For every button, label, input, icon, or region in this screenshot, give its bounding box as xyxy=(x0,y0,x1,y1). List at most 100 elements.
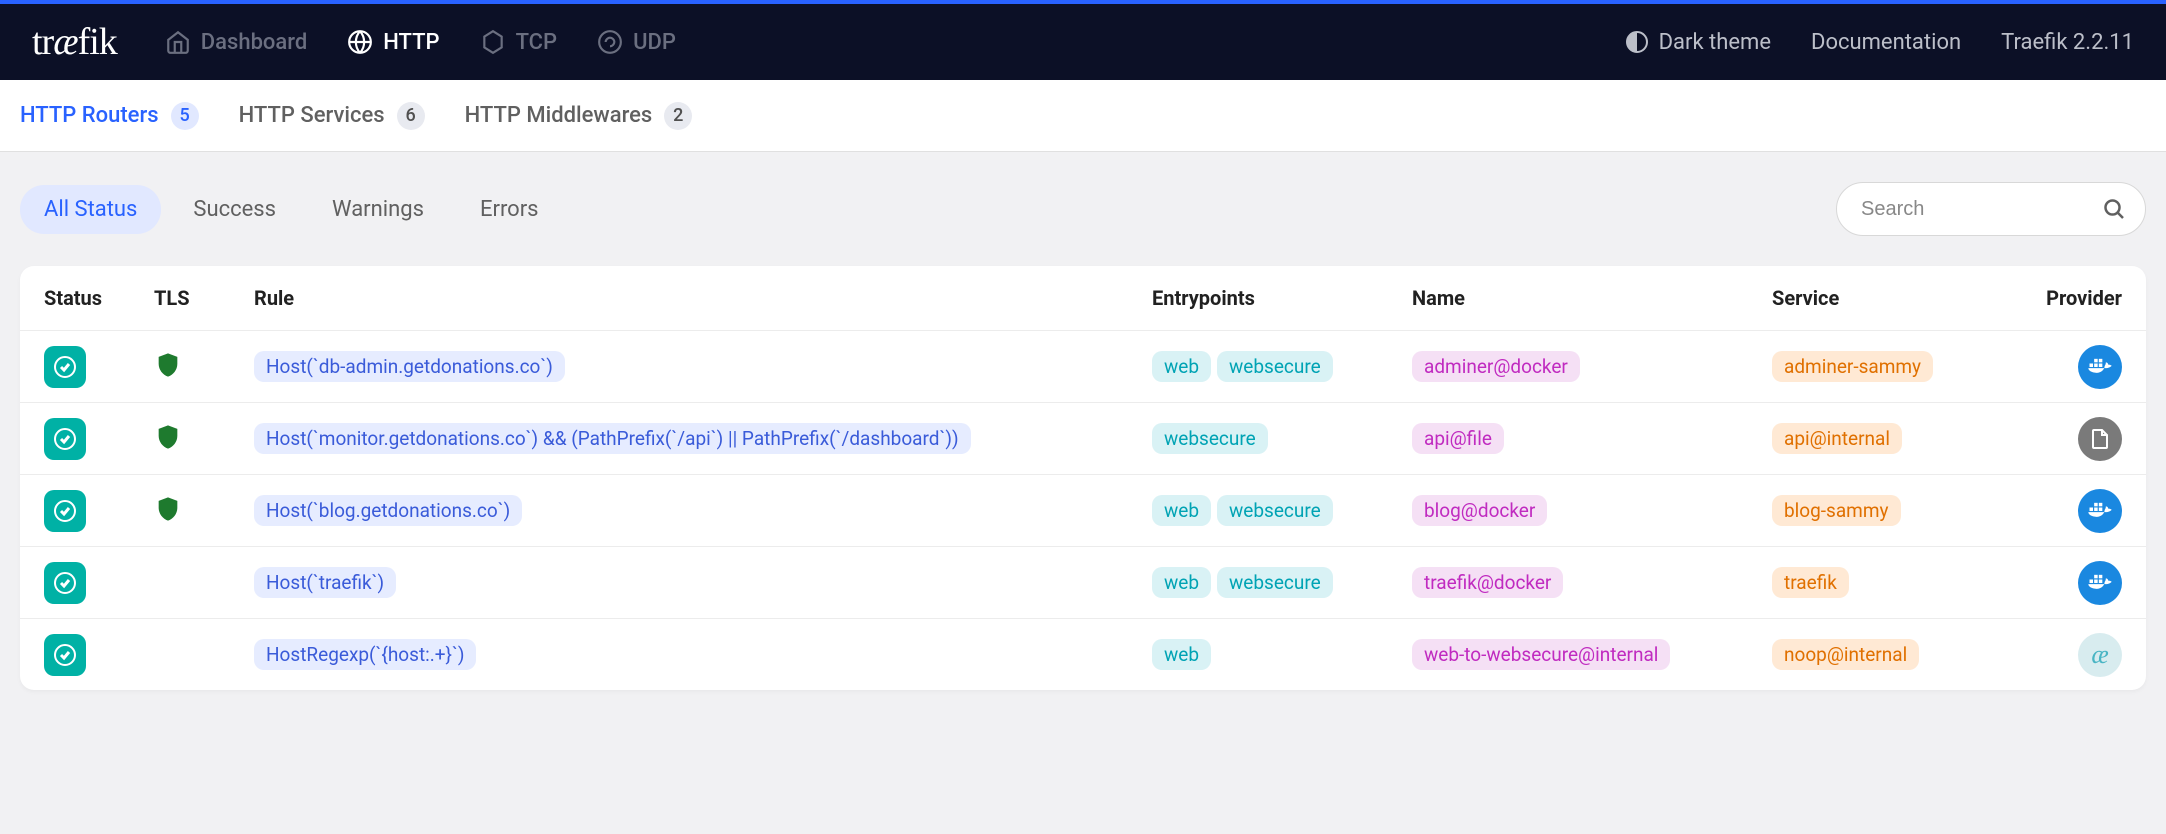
table-row[interactable]: Host(`blog.getdonations.co`) webwebsecure… xyxy=(20,474,2146,546)
dark-theme-toggle[interactable]: Dark theme xyxy=(1625,30,1771,55)
subnav-routers[interactable]: HTTP Routers 5 xyxy=(20,102,199,130)
name-pill: api@file xyxy=(1412,423,1504,454)
provider-cell xyxy=(2022,417,2122,461)
search-input[interactable] xyxy=(1836,182,2146,236)
subnav-middlewares[interactable]: HTTP Middlewares 2 xyxy=(465,102,693,130)
name-pill: blog@docker xyxy=(1412,495,1547,526)
status-success-icon xyxy=(44,562,86,604)
service-cell: api@internal xyxy=(1772,423,2022,454)
provider-cell: æ xyxy=(2022,633,2122,677)
nav-http[interactable]: HTTP xyxy=(347,29,439,55)
table-row[interactable]: Host(`db-admin.getdonations.co`) webwebse… xyxy=(20,330,2146,402)
tls-cell xyxy=(154,423,254,455)
entrypoint-pill: websecure xyxy=(1152,423,1268,454)
subnav: HTTP Routers 5 HTTP Services 6 HTTP Midd… xyxy=(0,80,2166,152)
nav-dashboard-label: Dashboard xyxy=(201,30,307,55)
logo: træfik xyxy=(32,20,117,64)
name-cell: api@file xyxy=(1412,423,1772,454)
entrypoints-cell: webwebsecure xyxy=(1152,495,1412,526)
subnav-routers-count: 5 xyxy=(171,102,199,130)
service-cell: blog-sammy xyxy=(1772,495,2022,526)
entrypoint-pill: websecure xyxy=(1217,567,1333,598)
file-icon xyxy=(2078,417,2122,461)
dark-theme-label: Dark theme xyxy=(1659,30,1771,55)
name-pill: web-to-websecure@internal xyxy=(1412,639,1670,670)
tls-cell xyxy=(154,351,254,383)
entrypoint-pill: web xyxy=(1152,639,1211,670)
nav-udp-label: UDP xyxy=(633,30,676,55)
rule-pill: HostRegexp(`{host:.+}`) xyxy=(254,639,476,670)
rule-pill: Host(`traefik`) xyxy=(254,567,396,598)
provider-cell xyxy=(2022,345,2122,389)
service-pill: noop@internal xyxy=(1772,639,1919,670)
home-icon xyxy=(165,29,191,55)
header: træfik Dashboard HTTP TCP UDP Dark theme… xyxy=(0,4,2166,80)
th-status: Status xyxy=(44,286,154,310)
service-pill: api@internal xyxy=(1772,423,1902,454)
contrast-icon xyxy=(1625,30,1649,54)
name-cell: adminer@docker xyxy=(1412,351,1772,382)
entrypoint-pill: websecure xyxy=(1217,495,1333,526)
version-link[interactable]: Traefik 2.2.11 xyxy=(2001,30,2134,55)
status-cell xyxy=(44,562,154,604)
name-pill: adminer@docker xyxy=(1412,351,1580,382)
provider-cell xyxy=(2022,561,2122,605)
entrypoint-pill: web xyxy=(1152,351,1211,382)
rule-pill: Host(`db-admin.getdonations.co`) xyxy=(254,351,565,382)
nav-tcp-label: TCP xyxy=(516,30,558,55)
table-body: Host(`db-admin.getdonations.co`)webwebse… xyxy=(20,330,2146,690)
status-cell xyxy=(44,634,154,676)
version-label: Traefik 2.2.11 xyxy=(2001,30,2134,55)
th-rule: Rule xyxy=(254,286,1152,310)
globe-icon xyxy=(347,29,373,55)
entrypoint-pill: websecure xyxy=(1217,351,1333,382)
th-name: Name xyxy=(1412,286,1772,310)
table-header: Status TLS Rule Entrypoints Name Service… xyxy=(20,266,2146,330)
content-area: All Status Success Warnings Errors Statu… xyxy=(0,152,2166,720)
entrypoint-pill: web xyxy=(1152,567,1211,598)
service-pill: adminer-sammy xyxy=(1772,351,1933,382)
rule-cell: HostRegexp(`{host:.+}`) xyxy=(254,639,1152,670)
nav-dashboard[interactable]: Dashboard xyxy=(165,29,307,55)
status-success-icon xyxy=(44,490,86,532)
documentation-link[interactable]: Documentation xyxy=(1811,30,1961,55)
entrypoint-pill: web xyxy=(1152,495,1211,526)
table-row[interactable]: HostRegexp(`{host:.+}`) web web-to-websecu… xyxy=(20,618,2146,690)
provider-cell xyxy=(2022,489,2122,533)
entrypoints-cell: webwebsecure xyxy=(1152,567,1412,598)
status-success-icon xyxy=(44,346,86,388)
th-entrypoints: Entrypoints xyxy=(1152,286,1412,310)
subnav-services[interactable]: HTTP Services 6 xyxy=(239,102,425,130)
main-nav: Dashboard HTTP TCP UDP xyxy=(165,29,1625,55)
status-success-icon xyxy=(44,418,86,460)
swirl-icon xyxy=(597,29,623,55)
service-cell: traefik xyxy=(1772,567,2022,598)
entrypoints-cell: web xyxy=(1152,639,1412,670)
docker-icon xyxy=(2078,489,2122,533)
service-pill: traefik xyxy=(1772,567,1849,598)
subnav-services-count: 6 xyxy=(397,102,425,130)
nav-udp[interactable]: UDP xyxy=(597,29,676,55)
subnav-routers-label: HTTP Routers xyxy=(20,103,159,128)
filter-all-status[interactable]: All Status xyxy=(20,185,161,234)
routers-table: Status TLS Rule Entrypoints Name Service… xyxy=(20,266,2146,690)
filter-errors[interactable]: Errors xyxy=(456,185,563,234)
table-row[interactable]: Host(`traefik`)webwebsecuretraefik@docke… xyxy=(20,546,2146,618)
traefik-icon: æ xyxy=(2078,633,2122,677)
subnav-middlewares-count: 2 xyxy=(664,102,692,130)
rule-cell: Host(`traefik`) xyxy=(254,567,1152,598)
filter-success[interactable]: Success xyxy=(169,185,300,234)
status-cell xyxy=(44,346,154,388)
service-cell: noop@internal xyxy=(1772,639,2022,670)
rule-pill: Host(`blog.getdonations.co`) xyxy=(254,495,522,526)
service-cell: adminer-sammy xyxy=(1772,351,2022,382)
filter-bar: All Status Success Warnings Errors xyxy=(20,182,2146,236)
rule-cell: Host(`monitor.getdonations.co`) && (Path… xyxy=(254,423,1152,454)
docker-icon xyxy=(2078,561,2122,605)
nav-tcp[interactable]: TCP xyxy=(480,29,558,55)
entrypoints-cell: websecure xyxy=(1152,423,1412,454)
table-row[interactable]: Host(`monitor.getdonations.co`) && (Path… xyxy=(20,402,2146,474)
documentation-label: Documentation xyxy=(1811,30,1961,55)
filter-warnings[interactable]: Warnings xyxy=(308,185,448,234)
th-tls: TLS xyxy=(154,286,254,310)
